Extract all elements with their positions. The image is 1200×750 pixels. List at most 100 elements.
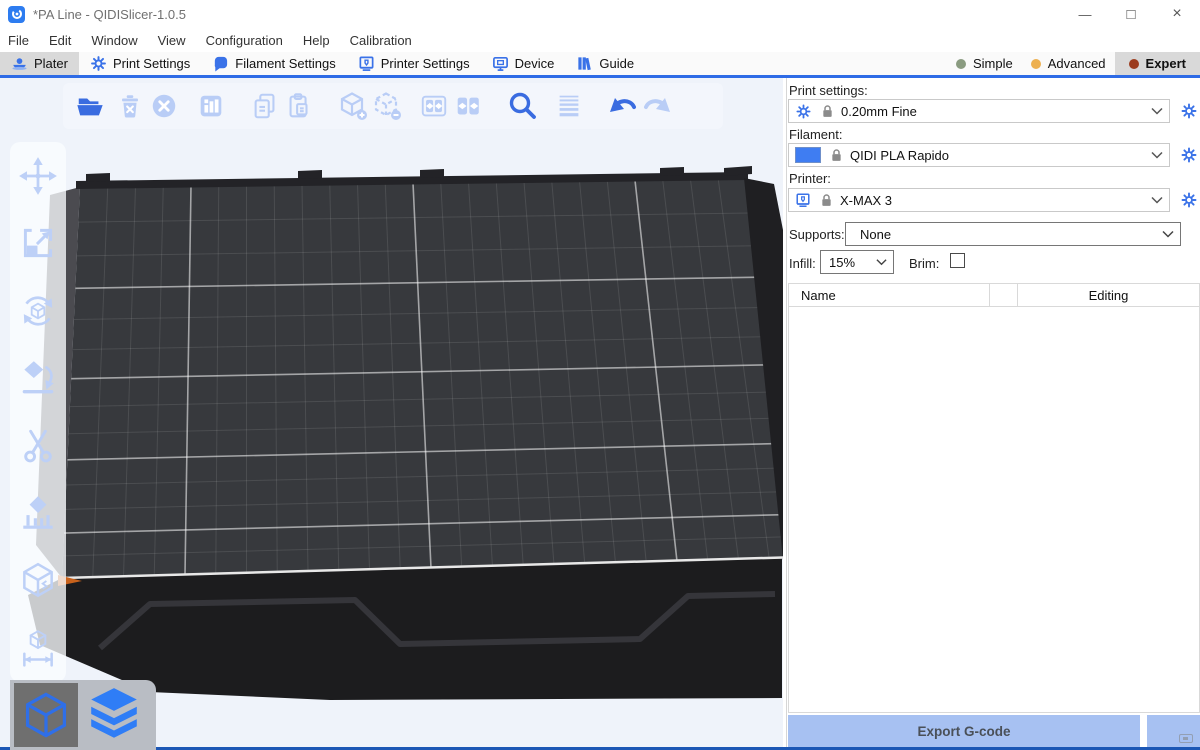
cut-icon	[17, 425, 59, 467]
filament-gear-button[interactable]	[1179, 145, 1199, 165]
scale-button[interactable]	[16, 221, 60, 265]
tab-guide[interactable]: Guide	[565, 52, 645, 75]
split-to-objects-button[interactable]	[417, 87, 451, 125]
search-button[interactable]	[505, 87, 539, 125]
tab-print-settings[interactable]: Print Settings	[79, 52, 201, 75]
minimize-button[interactable]: —	[1062, 0, 1108, 28]
measure-button[interactable]	[16, 626, 60, 670]
seam-button[interactable]	[16, 559, 60, 603]
menu-configuration[interactable]: Configuration	[196, 33, 293, 48]
advanced-dot-icon	[1031, 59, 1041, 69]
open-folder-icon	[75, 91, 105, 121]
arrange-button[interactable]	[194, 87, 228, 125]
supports-combo[interactable]: None	[845, 222, 1181, 246]
plater-icon	[11, 55, 28, 72]
tab-device[interactable]: Device	[481, 52, 566, 75]
measure-icon	[17, 627, 59, 669]
gear-icon	[90, 55, 107, 72]
remove-instance-button[interactable]	[370, 87, 404, 125]
cut-button[interactable]	[16, 424, 60, 468]
split-parts-icon	[453, 91, 483, 121]
menu-view[interactable]: View	[148, 33, 196, 48]
redo-button[interactable]	[640, 87, 674, 125]
infill-combo[interactable]: 15%	[820, 250, 894, 274]
delete-button[interactable]	[113, 87, 147, 125]
close-button[interactable]: ×	[1154, 0, 1200, 28]
tab-label: Guide	[599, 56, 634, 71]
gear-icon	[1180, 191, 1198, 209]
menu-edit[interactable]: Edit	[39, 33, 81, 48]
place-on-face-button[interactable]	[16, 356, 60, 400]
filament-label: Filament:	[789, 127, 842, 142]
tab-printer-settings[interactable]: Printer Settings	[347, 52, 481, 75]
tab-label: Filament Settings	[235, 56, 335, 71]
supports-label: Supports:	[789, 227, 845, 242]
maximize-button[interactable]: □	[1108, 0, 1154, 28]
sidebar: Print settings: 0.20mm Fine Filament: QI…	[786, 78, 1200, 750]
delete-all-button[interactable]	[147, 87, 181, 125]
menu-calibration[interactable]: Calibration	[340, 33, 422, 48]
arrange-icon	[196, 91, 226, 121]
lock-icon	[819, 192, 834, 208]
printer-label: Printer:	[789, 171, 831, 186]
supports-icon	[17, 492, 59, 534]
printer-combo[interactable]: X-MAX 3	[788, 188, 1170, 212]
export-gcode-button[interactable]: Export G-code	[788, 715, 1140, 748]
remove-instance-icon	[371, 90, 403, 122]
move-button[interactable]	[16, 154, 60, 198]
menu-help[interactable]: Help	[293, 33, 340, 48]
scale-icon	[17, 222, 59, 264]
object-list-header: Name Editing	[789, 284, 1199, 307]
infill-value: 15%	[829, 255, 855, 270]
object-list-table[interactable]: Name Editing	[788, 283, 1200, 713]
delete-icon	[115, 91, 145, 121]
simple-dot-icon	[956, 59, 966, 69]
preview-button[interactable]	[82, 683, 146, 747]
printer-body	[28, 557, 782, 700]
mode-label: Expert	[1146, 56, 1186, 71]
mode-expert[interactable]: Expert	[1115, 52, 1200, 75]
brim-checkbox[interactable]	[950, 253, 965, 268]
supports-button[interactable]	[16, 491, 60, 535]
add-instance-button[interactable]	[336, 87, 370, 125]
print-settings-gear-button[interactable]	[1179, 101, 1199, 121]
gear-icon	[1180, 102, 1198, 120]
titlebar: *PA Line - QIDISlicer-1.0.5 — □ ×	[0, 0, 1200, 28]
export-options-button[interactable]	[1147, 715, 1200, 748]
rotate-button[interactable]	[16, 289, 60, 333]
layer-height-icon	[554, 91, 584, 121]
tab-plater[interactable]: Plater	[0, 52, 79, 75]
menubar: File Edit Window View Configuration Help…	[0, 28, 1200, 52]
expert-dot-icon	[1129, 59, 1139, 69]
filament-color-swatch	[795, 147, 821, 163]
infill-label: Infill:	[789, 256, 816, 271]
mode-simple[interactable]: Simple	[947, 52, 1022, 75]
view-toggle	[10, 680, 156, 750]
variable-layer-height-button[interactable]	[552, 87, 586, 125]
device-icon	[492, 55, 509, 72]
filament-combo[interactable]: QIDI PLA Rapido	[788, 143, 1170, 167]
tab-filament-settings[interactable]: Filament Settings	[201, 52, 346, 75]
tab-label: Plater	[34, 56, 68, 71]
preview-layers-icon	[87, 686, 141, 744]
mode-switcher: Simple Advanced Expert	[947, 52, 1200, 75]
column-name: Name	[789, 284, 990, 306]
viewport-3d-canvas[interactable]	[0, 78, 783, 750]
undo-button[interactable]	[606, 87, 640, 125]
menu-window[interactable]: Window	[81, 33, 147, 48]
3d-view-cube-icon	[20, 689, 72, 741]
chevron-down-icon	[1151, 196, 1163, 204]
undo-icon	[607, 90, 639, 122]
split-to-parts-button[interactable]	[451, 87, 485, 125]
copy-button[interactable]	[248, 87, 282, 125]
paste-button[interactable]	[282, 87, 316, 125]
open-button[interactable]	[73, 87, 107, 125]
mode-advanced[interactable]: Advanced	[1022, 52, 1115, 75]
print-bed-scene	[0, 78, 783, 750]
delete-all-icon	[149, 91, 179, 121]
printer-gear-button[interactable]	[1179, 190, 1199, 210]
menu-file[interactable]: File	[0, 33, 39, 48]
printer-icon	[358, 55, 375, 72]
print-settings-combo[interactable]: 0.20mm Fine	[788, 99, 1170, 123]
3d-editor-view-button[interactable]	[14, 683, 78, 747]
